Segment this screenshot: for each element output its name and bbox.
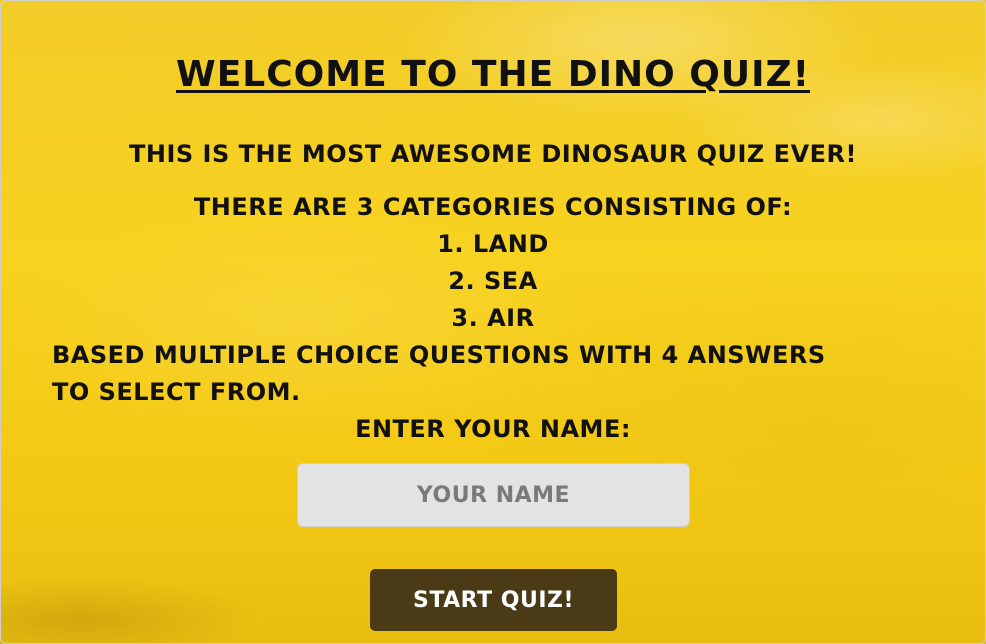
name-label: Enter your name: (355, 415, 631, 443)
page-title-text: Welcome to the Dino Quiz! (175, 54, 810, 95)
category-air: 3. Air (451, 304, 535, 332)
start-quiz-button[interactable]: Start Quiz! (370, 569, 617, 631)
page-title: Welcome to the Dino Quiz! (0, 50, 986, 100)
description-text: based multiple choice questions with 4 a… (52, 341, 826, 406)
intro-text: This is the most awesome dinosaur quiz e… (129, 140, 857, 168)
name-input[interactable] (297, 463, 690, 527)
quiz-welcome-screen: Welcome to the Dino Quiz! This is the mo… (0, 0, 986, 644)
categories-heading: There are 3 categories consisting of: (193, 193, 793, 221)
category-land: 1. Land (437, 230, 549, 258)
category-sea: 2. Sea (448, 267, 538, 295)
